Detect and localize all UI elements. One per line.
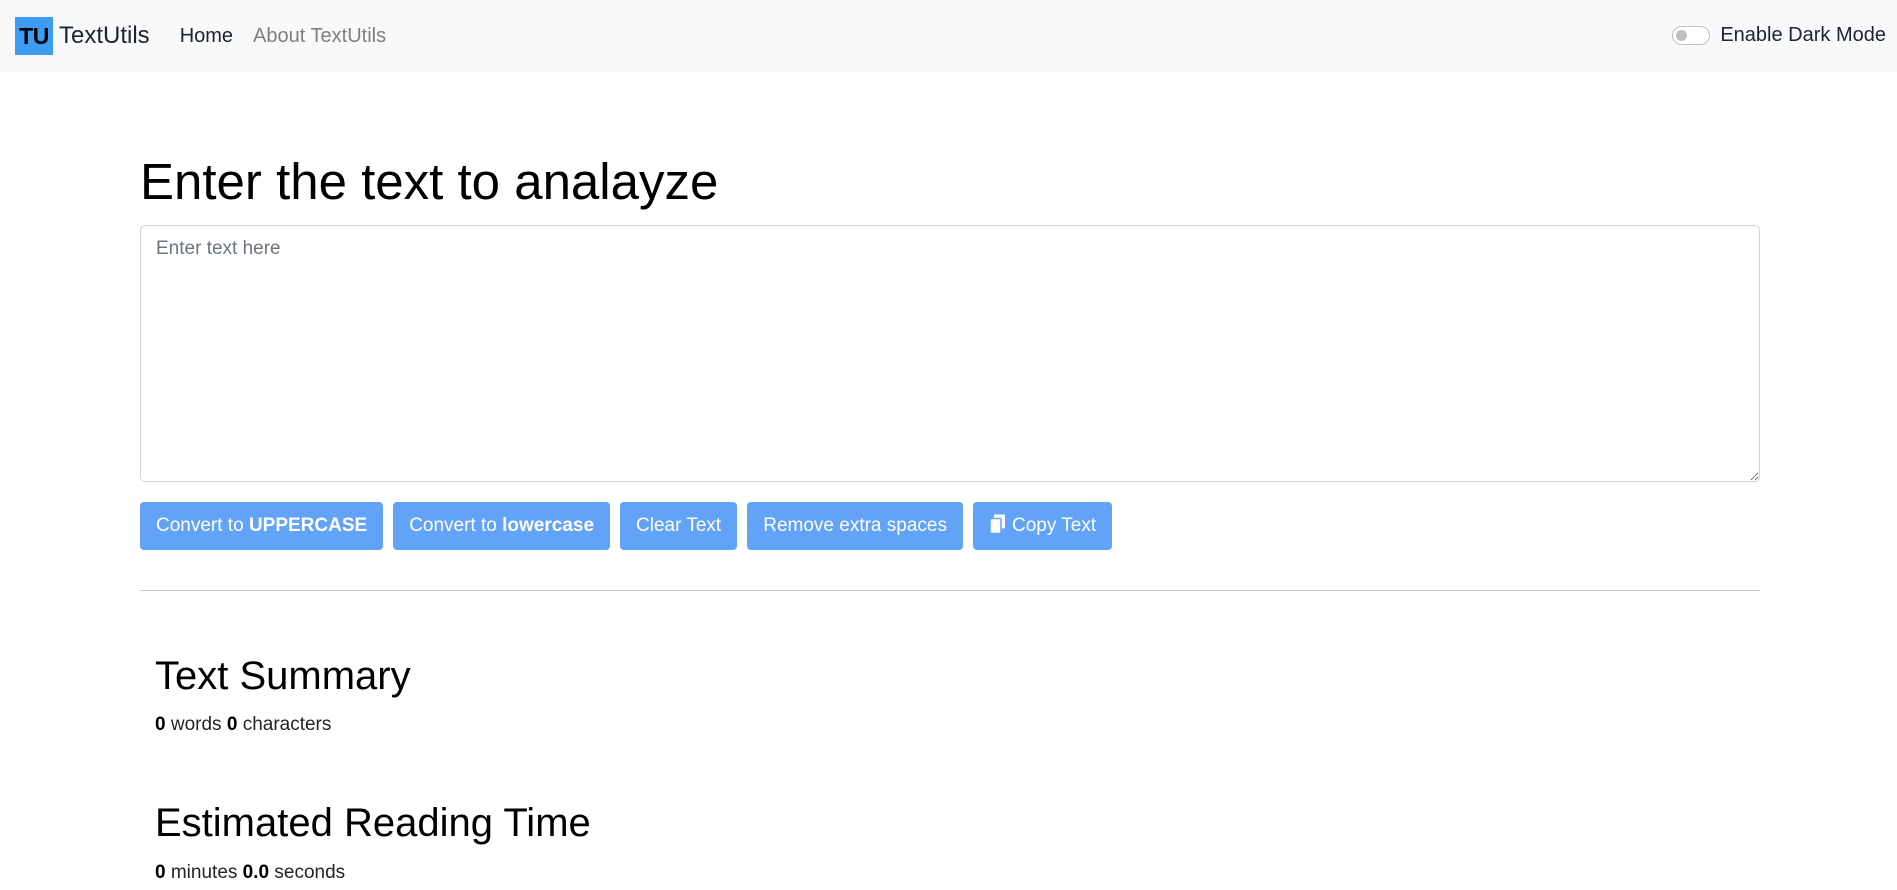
nav-link-about[interactable]: About TextUtils <box>253 25 386 48</box>
words-label: words <box>170 714 222 735</box>
uppercase-button-prefix: Convert to <box>156 515 249 536</box>
minutes-label: minutes <box>170 862 238 883</box>
characters-label: characters <box>242 714 332 735</box>
navbar: TU TextUtils Home About TextUtils Enable… <box>0 0 1897 72</box>
clear-text-button[interactable]: Clear Text <box>620 502 738 550</box>
logo: TU <box>15 17 53 55</box>
dark-mode-toggle[interactable]: Enable Dark Mode <box>1672 24 1886 47</box>
dark-mode-switch[interactable] <box>1672 26 1711 45</box>
switch-knob <box>1676 30 1688 41</box>
lowercase-button[interactable]: Convert to lowercase <box>393 502 611 550</box>
brand-link[interactable]: TU TextUtils <box>15 17 150 55</box>
copy-icon <box>989 514 1006 539</box>
text-summary-stats: 0 words 0 characters <box>155 714 331 736</box>
uppercase-button[interactable]: Convert to UPPERCASE <box>140 502 384 550</box>
reading-minutes: 0 <box>155 862 166 883</box>
seconds-label: seconds <box>274 862 346 883</box>
nav-link-home[interactable]: Home <box>180 25 233 48</box>
page-title: Enter the text to analayze <box>140 153 719 210</box>
copy-text-button[interactable]: Copy Text <box>972 502 1113 550</box>
text-summary-title: Text Summary <box>155 654 411 698</box>
reading-time-stats: 0 minutes 0.0 seconds <box>155 862 345 884</box>
reading-time-title: Estimated Reading Time <box>155 801 591 845</box>
remove-extra-spaces-label: Remove extra spaces <box>763 515 947 536</box>
remove-extra-spaces-button[interactable]: Remove extra spaces <box>747 502 963 550</box>
reading-seconds: 0.0 <box>242 862 270 883</box>
lowercase-button-prefix: Convert to <box>409 515 503 536</box>
brand-name: TextUtils <box>59 22 150 49</box>
copy-text-label: Copy Text <box>1011 515 1097 536</box>
clear-text-label: Clear Text <box>636 515 722 536</box>
character-count: 0 <box>226 714 238 735</box>
action-buttons: Convert to UPPERCASE Convert to lowercas… <box>140 502 1122 550</box>
dark-mode-label[interactable]: Enable Dark Mode <box>1720 24 1886 47</box>
divider <box>140 590 1760 591</box>
uppercase-button-bold: UPPERCASE <box>248 515 368 536</box>
word-count: 0 <box>155 714 166 735</box>
nav-links: Home About TextUtils <box>180 25 406 48</box>
lowercase-button-bold: lowercase <box>502 515 595 536</box>
text-input[interactable] <box>140 225 1760 482</box>
